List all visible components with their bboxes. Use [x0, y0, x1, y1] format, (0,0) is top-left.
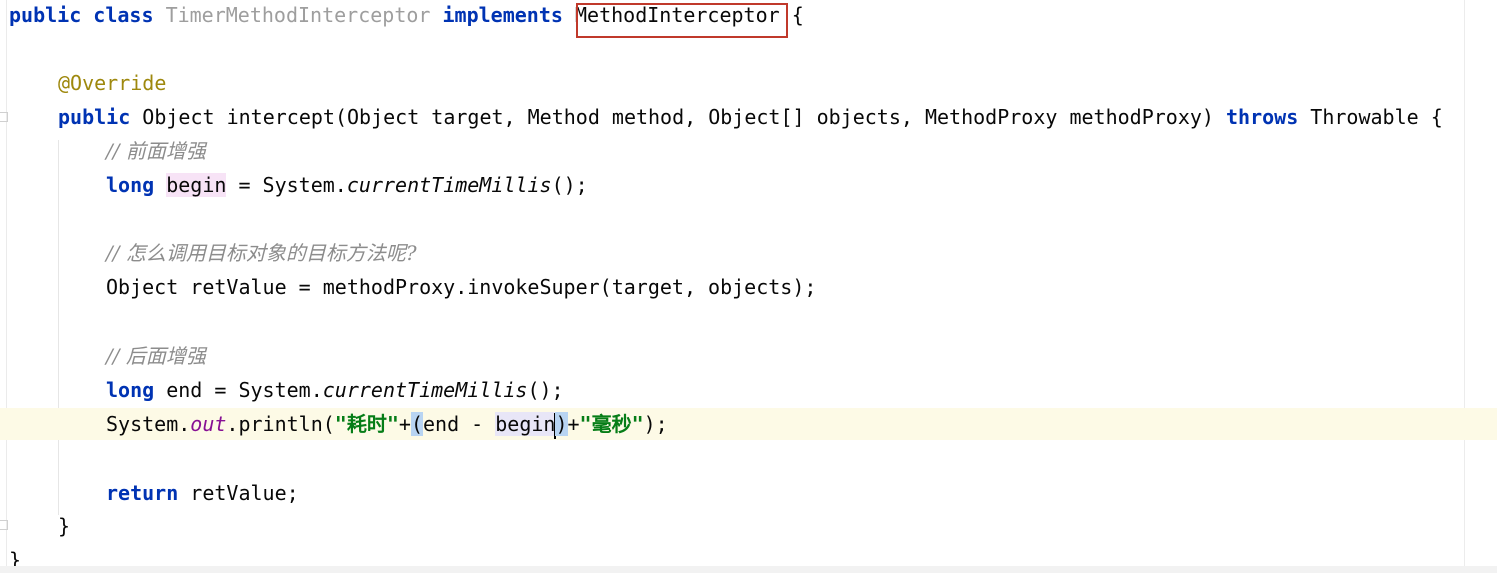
code-text: end = System.	[154, 378, 323, 402]
indent-guide	[58, 140, 59, 515]
method-signature: Object intercept(Object target, Method m…	[142, 105, 1214, 129]
right-margin-guide	[1464, 0, 1465, 573]
keyword: public	[9, 3, 82, 27]
gutter	[0, 0, 7, 573]
comment: // 怎么调用目标对象的目标方法呢?	[106, 241, 417, 265]
brace: {	[791, 3, 804, 27]
method-call: currentTimeMillis	[346, 173, 552, 197]
code-line-11[interactable]: return retValue;	[106, 477, 299, 509]
comment: // 后面增强	[106, 344, 206, 368]
code-line-6[interactable]: // 怎么调用目标对象的目标方法呢?	[106, 237, 417, 269]
code-text: = System.	[226, 173, 347, 197]
matched-paren: )	[555, 412, 568, 436]
horizontal-scrollbar[interactable]	[0, 566, 1497, 573]
keyword: class	[93, 3, 154, 27]
code-editor[interactable]: public class TimerMethodInterceptor impl…	[0, 0, 1497, 573]
operator: +	[567, 412, 580, 436]
code-line-10[interactable]: System.out.println("耗时"+(end - begin)+"毫…	[106, 408, 668, 440]
code-text: .println(	[226, 412, 335, 436]
variable-begin: begin	[166, 173, 227, 197]
code-line-8[interactable]: // 后面增强	[106, 340, 206, 372]
code-line-9[interactable]: long end = System.currentTimeMillis();	[106, 374, 564, 406]
code-text: );	[643, 412, 668, 436]
code-line-5[interactable]: long begin = System.currentTimeMillis();	[106, 169, 588, 201]
keyword: throws	[1226, 105, 1299, 129]
annotation: @Override	[58, 71, 167, 95]
method-call: currentTimeMillis	[322, 378, 528, 402]
operator: +	[398, 412, 411, 436]
keyword: public	[58, 105, 131, 129]
variable-text: begi	[495, 412, 544, 436]
exception-type: Throwable {	[1310, 105, 1443, 129]
highlight-box	[576, 3, 788, 38]
keyword: return	[106, 481, 179, 505]
code-text: Object retValue = methodProxy.invokeSupe…	[106, 275, 817, 299]
code-text: ();	[527, 378, 564, 402]
code-text: end -	[422, 412, 496, 436]
code-text: retValue;	[178, 481, 299, 505]
code-line-12[interactable]: }	[58, 510, 70, 542]
brace: }	[58, 514, 71, 538]
string-literal: "毫秒"	[579, 412, 644, 436]
code-text: ();	[551, 173, 588, 197]
code-line-7[interactable]: Object retValue = methodProxy.invokeSupe…	[106, 271, 816, 303]
class-name: TimerMethodInterceptor	[165, 3, 431, 27]
comment: // 前面增强	[106, 139, 206, 163]
fold-marker-icon[interactable]	[0, 112, 8, 122]
fold-marker-icon[interactable]	[0, 520, 8, 530]
string-literal: "耗时"	[334, 412, 399, 436]
keyword: implements	[442, 3, 563, 27]
code-line-4[interactable]: // 前面增强	[106, 135, 206, 167]
matched-paren: (	[410, 412, 423, 436]
code-line-3[interactable]: public Object intercept(Object target, M…	[58, 101, 1443, 133]
static-field: out	[190, 412, 227, 436]
keyword: long	[106, 378, 155, 402]
code-text: System.	[106, 412, 191, 436]
code-line-2[interactable]: @Override	[58, 67, 166, 99]
keyword: long	[106, 173, 155, 197]
variable-begin-usage: begin	[495, 412, 556, 436]
